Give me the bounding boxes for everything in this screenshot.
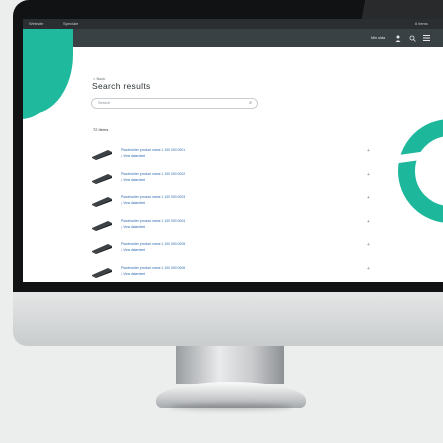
result-row[interactable]: Placeholder product name 1 100 000 0003 ⤓… — [91, 193, 381, 213]
expand-icon[interactable]: + — [367, 148, 370, 154]
monitor-stand-neck — [176, 346, 284, 384]
result-title[interactable]: Placeholder product name 1 100 000 0001 — [121, 148, 185, 152]
result-row[interactable]: Placeholder product name 1 100 000 0001 ⤓… — [91, 146, 381, 166]
datasheet-link[interactable]: ⤓ View datasheet — [121, 272, 145, 276]
result-row[interactable]: Placeholder product name 1 100 000 0006 ⤓… — [91, 264, 381, 283]
datasheet-link[interactable]: ⤓ View datasheet — [121, 201, 145, 205]
result-title[interactable]: Placeholder product name 1 100 000 0004 — [121, 219, 185, 223]
datasheet-link-label: View datasheet — [123, 177, 146, 182]
page-title: Search results — [92, 81, 151, 91]
result-title[interactable]: Placeholder product name 1 100 000 0003 — [121, 195, 185, 199]
search-submit-icon[interactable]: ⌕ — [249, 100, 252, 106]
login-link[interactable]: Min sida — [371, 29, 385, 47]
strip-right-text: 6 items — [415, 21, 428, 26]
menu-icon[interactable] — [423, 29, 430, 47]
monitor-chin — [13, 292, 443, 346]
user-icon[interactable] — [395, 29, 401, 47]
result-row[interactable]: Placeholder product name 1 100 000 0002 ⤓… — [91, 170, 381, 190]
datasheet-link-label: View datasheet — [123, 201, 146, 205]
browser-top-strip: Website Speciale 6 items — [23, 19, 443, 29]
datasheet-link[interactable]: ⤓ View datasheet — [121, 154, 145, 158]
datasheet-link[interactable]: ⤓ View datasheet — [121, 248, 145, 252]
search-icon[interactable] — [409, 29, 416, 47]
screen: Website Speciale 6 items ahlsell Min sid… — [23, 19, 443, 282]
product-thumbnail[interactable] — [91, 195, 113, 207]
product-thumbnail[interactable] — [91, 148, 113, 160]
expand-icon[interactable]: + — [367, 219, 370, 225]
expand-icon[interactable]: + — [367, 172, 370, 178]
decorative-green-ring — [398, 119, 443, 223]
expand-icon[interactable]: + — [367, 242, 370, 248]
result-row[interactable]: Placeholder product name 1 100 000 0005 ⤓… — [91, 240, 381, 260]
datasheet-link-label: View datasheet — [123, 248, 146, 252]
imac-device: Website Speciale 6 items ahlsell Min sid… — [0, 0, 443, 443]
expand-icon[interactable]: + — [367, 195, 370, 201]
datasheet-link[interactable]: ⤓ View datasheet — [121, 225, 145, 229]
datasheet-link-label: View datasheet — [123, 154, 146, 158]
result-title[interactable]: Placeholder product name 1 100 000 0002 — [121, 172, 185, 176]
stand-shadow — [170, 404, 292, 410]
product-thumbnail[interactable] — [91, 242, 113, 254]
result-count: 72 Items — [93, 127, 109, 132]
datasheet-link-label: View datasheet — [123, 224, 146, 229]
product-thumbnail[interactable] — [91, 172, 113, 184]
result-title[interactable]: Placeholder product name 1 100 000 0006 — [121, 266, 185, 270]
datasheet-link-label: View datasheet — [123, 271, 146, 276]
strip-mid-text[interactable]: Speciale — [63, 19, 78, 29]
search-input[interactable]: Search ⌕ — [91, 98, 258, 109]
product-thumbnail[interactable] — [91, 219, 113, 231]
site-header: ahlsell Min sida — [23, 29, 443, 47]
expand-icon[interactable]: + — [367, 266, 370, 272]
search-placeholder: Search — [98, 101, 111, 105]
result-row[interactable]: Placeholder product name 1 100 000 0004 ⤓… — [91, 217, 381, 237]
result-title[interactable]: Placeholder product name 1 100 000 0005 — [121, 242, 185, 246]
strip-left-text[interactable]: Website — [29, 19, 43, 29]
datasheet-link[interactable]: ⤓ View datasheet — [121, 178, 145, 182]
product-thumbnail[interactable] — [91, 266, 113, 278]
